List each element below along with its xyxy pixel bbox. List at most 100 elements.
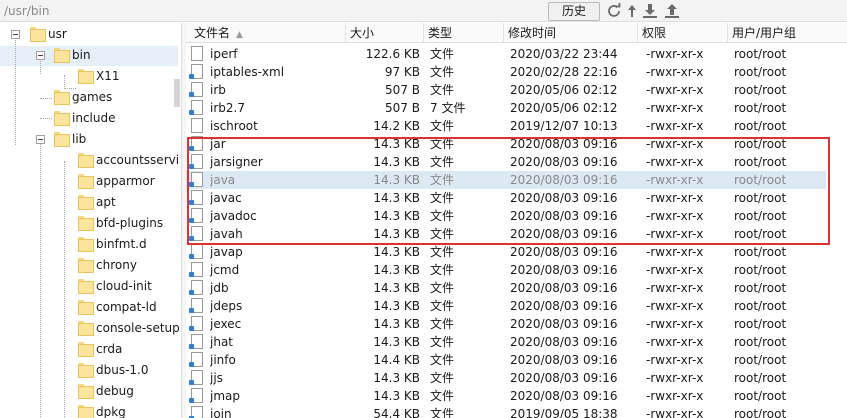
file-row[interactable]: iperf 122.6 KB 文件 2020/03/22 23:44 -rwxr-xr-… (186, 45, 826, 63)
file-size: 14.4 KB (373, 353, 420, 367)
column-header-name[interactable]: 文件名 ▲ (190, 23, 346, 43)
column-header-size[interactable]: 大小 (346, 23, 424, 43)
file-row[interactable]: irb2.7 507 B 7 文件 2020/05/06 02:12 -rwxr-xr-… (186, 99, 826, 117)
file-name: javac (210, 191, 242, 205)
collapse-icon[interactable] (11, 30, 20, 39)
file-row[interactable]: jdeps 14.3 KB 文件 2020/08/03 09:16 -rwxr-xr-x… (186, 297, 826, 315)
column-header-modified[interactable]: 修改时间 (504, 23, 638, 43)
download-icon[interactable] (642, 3, 658, 19)
folder-icon (78, 153, 94, 168)
directory-tree: usr bin X11 games include lib accountsse… (0, 23, 180, 418)
file-size: 14.3 KB (373, 335, 420, 349)
file-permissions: -rwxr-xr-x (646, 407, 704, 418)
file-permissions: -rwxr-xr-x (646, 101, 704, 115)
upload-icon[interactable] (664, 3, 680, 19)
file-name: jcmd (210, 263, 240, 277)
file-name: jhat (210, 335, 233, 349)
file-icon (189, 100, 203, 115)
file-icon (189, 280, 203, 295)
collapse-icon[interactable] (36, 135, 45, 144)
file-type: 文件 (430, 263, 455, 277)
file-row[interactable]: jarsigner 14.3 KB 文件 2020/08/03 09:16 -rwxr-… (186, 153, 826, 171)
file-name: java (210, 173, 236, 187)
file-type: 文件 (430, 155, 455, 169)
file-modified: 2019/12/07 10:13 (510, 119, 618, 133)
file-row[interactable]: jmap 14.3 KB 文件 2020/08/03 09:16 -rwxr-xr-x r… (186, 387, 826, 405)
up-directory-icon[interactable] (624, 3, 640, 19)
file-type: 文件 (430, 65, 455, 79)
file-type: 文件 (430, 317, 455, 331)
folder-icon (78, 342, 94, 357)
file-row[interactable]: jar 14.3 KB 文件 2020/08/03 09:16 -rwxr-xr-x ro… (186, 135, 826, 153)
file-row[interactable]: join 54.4 KB 文件 2019/09/05 18:38 -rwxr-xr-x r… (186, 405, 826, 418)
tree-guide (64, 75, 65, 89)
file-owner: root/root (734, 227, 787, 241)
file-name: iptables-xml (210, 65, 285, 79)
file-icon (189, 370, 203, 385)
file-permissions: -rwxr-xr-x (646, 389, 704, 403)
file-row[interactable]: jjs 14.3 KB 文件 2020/08/03 09:16 -rwxr-xr-x ro… (186, 369, 826, 387)
file-row[interactable]: java 14.3 KB 文件 2020/08/03 09:16 -rwxr-xr-x r… (186, 171, 826, 189)
file-type: 7 文件 (430, 101, 466, 115)
file-row[interactable]: javap 14.3 KB 文件 2020/08/03 09:16 -rwxr-xr-x… (186, 243, 826, 261)
file-row[interactable]: jinfo 14.4 KB 文件 2020/08/03 09:16 -rwxr-xr-x… (186, 351, 826, 369)
file-name: irb (210, 83, 226, 97)
tree-guide (64, 161, 65, 418)
file-permissions: -rwxr-xr-x (646, 263, 704, 277)
file-list: 文件名 ▲ 大小 类型 修改时间 权限 用户/用户组 iperf 122.6 KB 文… (186, 23, 847, 418)
file-permissions: -rwxr-xr-x (646, 155, 704, 169)
column-header-owner[interactable]: 用户/用户组 (728, 23, 826, 43)
collapse-icon[interactable] (36, 51, 45, 60)
folder-icon (78, 174, 94, 189)
file-modified: 2020/05/06 02:12 (510, 101, 618, 115)
file-row[interactable]: ischroot 14.2 KB 文件 2019/12/07 10:13 -rwxr-x… (186, 117, 826, 135)
file-name: jexec (210, 317, 242, 331)
folder-icon (78, 405, 94, 418)
history-button[interactable]: 历史 (548, 2, 600, 21)
file-row[interactable]: jexec 14.3 KB 文件 2020/08/03 09:16 -rwxr-xr-x… (186, 315, 826, 333)
file-row[interactable]: javah 14.3 KB 文件 2020/08/03 09:16 -rwxr-xr-x… (186, 225, 826, 243)
file-name: jinfo (210, 353, 236, 367)
file-permissions: -rwxr-xr-x (646, 245, 704, 259)
file-permissions: -rwxr-xr-x (646, 119, 704, 133)
file-modified: 2020/08/03 09:16 (510, 281, 618, 295)
column-header-permissions[interactable]: 权限 (638, 23, 728, 43)
folder-icon (54, 48, 70, 63)
file-row[interactable]: jdb 14.3 KB 文件 2020/08/03 09:16 -rwxr-xr-x ro… (186, 279, 826, 297)
file-modified: 2020/08/03 09:16 (510, 299, 618, 313)
file-size: 97 KB (384, 65, 420, 79)
file-row[interactable]: irb 507 B 文件 2020/05/06 02:12 -rwxr-xr-x root… (186, 81, 826, 99)
file-modified: 2020/08/03 09:16 (510, 191, 618, 205)
file-owner: root/root (734, 173, 787, 187)
tree-guide (40, 98, 52, 99)
refresh-icon[interactable] (606, 3, 622, 19)
file-modified: 2020/03/22 23:44 (510, 47, 618, 61)
path-input[interactable] (2, 2, 542, 20)
file-owner: root/root (734, 335, 787, 349)
file-name: jdeps (210, 299, 243, 313)
file-permissions: -rwxr-xr-x (646, 209, 704, 223)
file-type: 文件 (430, 173, 455, 187)
folder-icon (78, 300, 94, 315)
file-type: 文件 (430, 335, 455, 349)
file-modified: 2020/02/28 22:16 (510, 65, 618, 79)
file-row[interactable]: jhat 14.3 KB 文件 2020/08/03 09:16 -rwxr-xr-x r… (186, 333, 826, 351)
tree-scrollbar-thumb[interactable] (174, 79, 180, 107)
file-list-header: 文件名 ▲ 大小 类型 修改时间 权限 用户/用户组 (186, 23, 847, 43)
file-type: 文件 (430, 389, 455, 403)
file-owner: root/root (734, 155, 787, 169)
file-modified: 2020/08/03 09:16 (510, 317, 618, 331)
file-row[interactable]: javadoc 14.3 KB 文件 2020/08/03 09:16 -rwxr-xr… (186, 207, 826, 225)
file-icon (189, 136, 203, 151)
file-row[interactable]: iptables-xml 97 KB 文件 2020/02/28 22:16 -rwxr… (186, 63, 826, 81)
file-icon (189, 154, 203, 169)
file-row[interactable]: javac 14.3 KB 文件 2020/08/03 09:16 -rwxr-xr-x… (186, 189, 826, 207)
file-name: ischroot (210, 119, 258, 133)
file-permissions: -rwxr-xr-x (646, 281, 704, 295)
file-owner: root/root (734, 353, 787, 367)
file-row[interactable]: jcmd 14.3 KB 文件 2020/08/03 09:16 -rwxr-xr-x r… (186, 261, 826, 279)
folder-icon (78, 384, 94, 399)
folder-icon (78, 216, 94, 231)
folder-icon (78, 321, 94, 336)
column-header-type[interactable]: 类型 (424, 23, 504, 43)
